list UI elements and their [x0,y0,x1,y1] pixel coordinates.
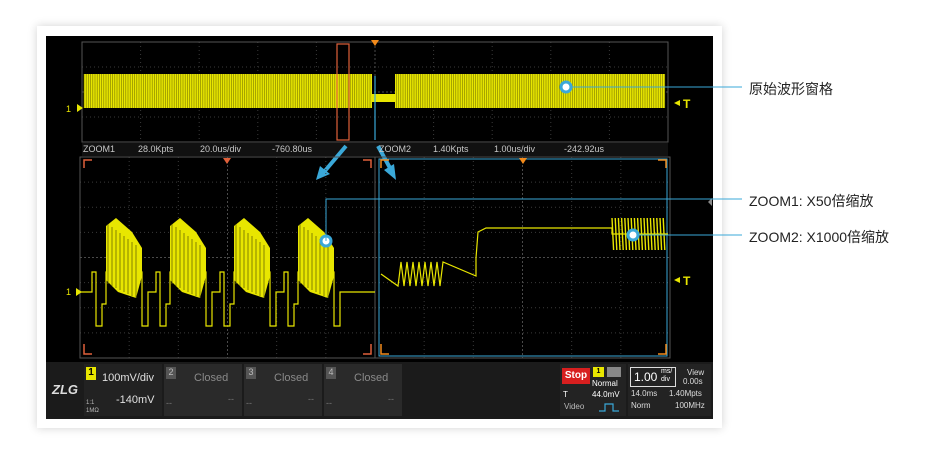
annotation-zoom2: ZOOM2: X1000倍缩放 [749,229,890,245]
annotation-original-pane: 原始波形窗格 [749,81,833,97]
annotation-zoom1: ZOOM1: X50倍缩放 [749,193,874,209]
